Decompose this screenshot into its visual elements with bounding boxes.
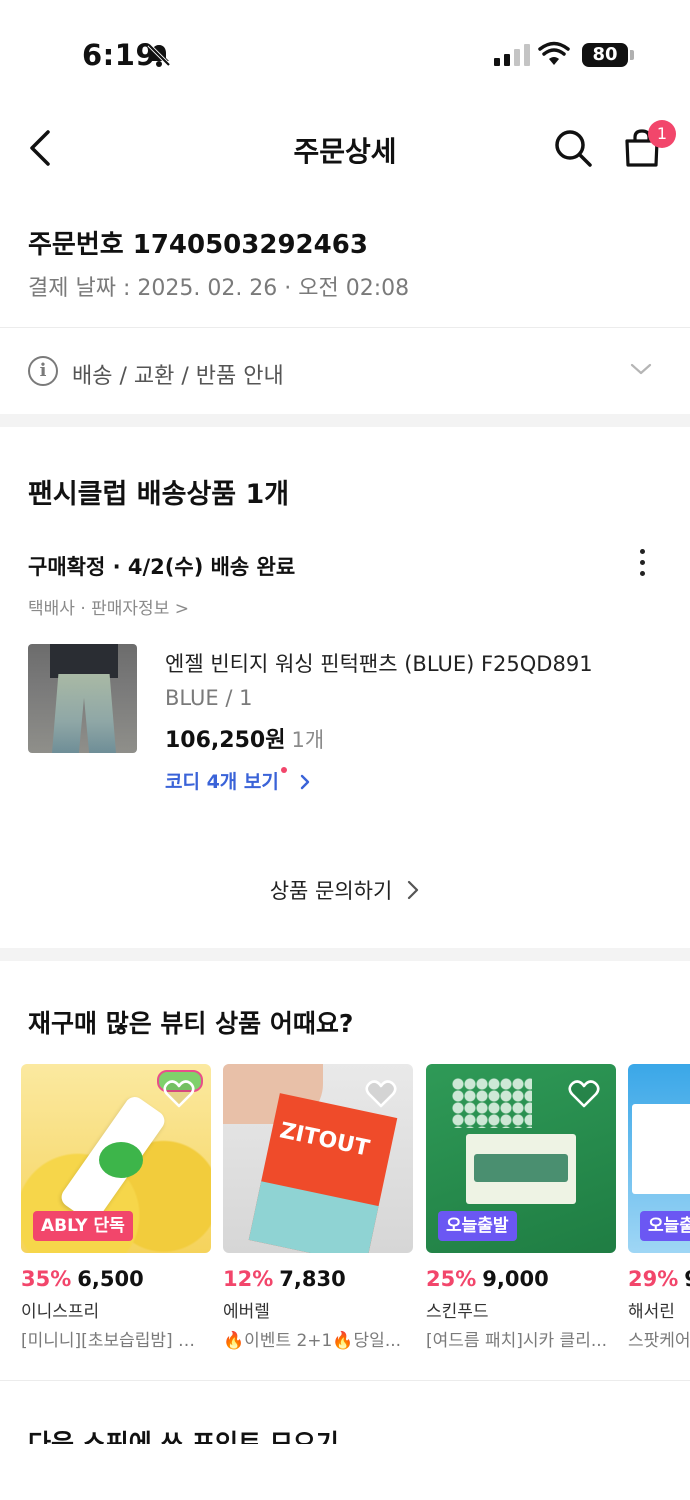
inquiry-label: 상품 문의하기 (269, 879, 393, 903)
shipment-status: 구매확정 · 4/2(수) 배송 완료 (28, 555, 296, 579)
chevron-right-icon (408, 880, 419, 900)
card-price-value: 9, (684, 1267, 690, 1291)
delivery-info-label: 배송 / 교환 / 반품 안내 (72, 364, 284, 389)
new-dot (280, 767, 287, 773)
today-ship-tag: 오늘출발 (438, 1211, 517, 1241)
search-icon[interactable] (553, 128, 593, 168)
card-brand: 에버렐 (223, 1302, 270, 1322)
card-price: 35% 6,500 (21, 1267, 211, 1291)
patch-sheet (452, 1078, 532, 1128)
order-date: 결제 날짜 : 2025. 02. 26 · 오전 02:08 (28, 276, 410, 301)
product-thumbnail[interactable] (28, 644, 137, 753)
card-discount: 25% (426, 1267, 477, 1291)
package-bottom (248, 1181, 379, 1253)
battery-tip (630, 50, 634, 60)
card-price-value: 9,000 (482, 1267, 549, 1291)
thumbnail-jeans (52, 674, 116, 753)
delivery-info-toggle[interactable]: i 배송 / 교환 / 반품 안내 (0, 328, 690, 414)
bell-muted-icon (147, 43, 171, 67)
info-icon: i (28, 356, 58, 386)
wifi-icon (538, 41, 570, 65)
spot-care-box (632, 1104, 690, 1194)
card-price-value: 7,830 (279, 1267, 346, 1291)
today-ship-tag: 오늘출 (640, 1211, 690, 1241)
heart-icon[interactable] (163, 1080, 195, 1108)
card-discount: 29% (628, 1267, 679, 1291)
chevron-right-icon (301, 774, 310, 790)
shipment-title: 팬시클럽 배송상품 1개 (28, 479, 290, 510)
card-desc: [미니니][초보습립밤] … (21, 1331, 196, 1351)
product-inquiry-button[interactable]: 상품 문의하기 (0, 875, 690, 905)
card-price: 29%9, (628, 1267, 690, 1291)
product-qty: 1개 (291, 728, 325, 752)
card-discount: 35% (21, 1267, 72, 1291)
card-price-value: 6,500 (77, 1267, 144, 1291)
card-desc: 🔥이벤트 2+1🔥당일... (223, 1331, 402, 1351)
heart-icon[interactable] (365, 1080, 397, 1108)
product-card[interactable]: 오늘출발 25% 9,000 스킨푸드 [여드름 패치]시카 클리... (426, 1064, 616, 1351)
battery-icon: 80 (582, 43, 628, 67)
codi-link[interactable]: 코디 4개 보기 (165, 767, 311, 794)
product-name[interactable]: 엔젤 빈티지 워싱 핀턱팬츠 (BLUE) F25QD891 (165, 648, 593, 678)
signal-icon (494, 44, 530, 66)
order-number: 주문번호 1740503292463 (28, 230, 368, 260)
product-price-row: 106,250원 1개 (165, 722, 324, 754)
product-card[interactable]: ZITOUT 12% 7,830 에버렐 🔥이벤트 2+1🔥당일... (223, 1064, 413, 1351)
section-separator (0, 948, 690, 961)
product-card[interactable]: ABLY 단독 35% 6,500 이니스프리 [미니니][초보습립밤] … (21, 1064, 211, 1351)
patch-box (466, 1134, 576, 1204)
card-price: 25% 9,000 (426, 1267, 616, 1291)
thumbnail-top (50, 644, 118, 678)
product-option: BLUE / 1 (165, 686, 253, 710)
package-brand-text: ZITOUT (277, 1118, 372, 1162)
next-section-title: 다음 스핀에 쓰 포인트 모으기 (28, 1429, 339, 1444)
divider (0, 1380, 690, 1381)
product-card-image: ZITOUT (223, 1064, 413, 1253)
chevron-down-icon (630, 363, 652, 375)
product-card[interactable]: 오늘출 29%9, 해서린 스팟케어 (628, 1064, 690, 1351)
heart-icon[interactable] (568, 1080, 600, 1108)
character-figure (99, 1142, 143, 1178)
patch-box-label (474, 1154, 568, 1182)
card-brand: 해서린 (628, 1302, 675, 1322)
product-price: 106,250원 (165, 728, 286, 753)
cart-count-badge: 1 (648, 120, 676, 148)
status-bar: 6:19 80 (0, 0, 690, 100)
card-desc: 스팟케어 (628, 1331, 690, 1351)
card-discount: 12% (223, 1267, 274, 1291)
section-separator (0, 414, 690, 427)
more-options-icon[interactable] (634, 549, 650, 581)
card-brand: 이니스프리 (21, 1302, 100, 1322)
product-card-image: 오늘출 (628, 1064, 690, 1253)
card-desc: [여드름 패치]시카 클리... (426, 1331, 608, 1351)
exclusive-tag: ABLY 단독 (33, 1211, 133, 1241)
product-card-image: ABLY 단독 (21, 1064, 211, 1253)
carrier-seller-info-link[interactable]: 택배사 · 판매자정보 > (28, 594, 189, 619)
product-card-image: 오늘출발 (426, 1064, 616, 1253)
card-brand: 스킨푸드 (426, 1302, 489, 1322)
recommend-title: 재구매 많은 뷰티 상품 어때요? (28, 1009, 354, 1038)
codi-label: 코디 4개 보기 (165, 771, 279, 793)
card-price: 12% 7,830 (223, 1267, 413, 1291)
